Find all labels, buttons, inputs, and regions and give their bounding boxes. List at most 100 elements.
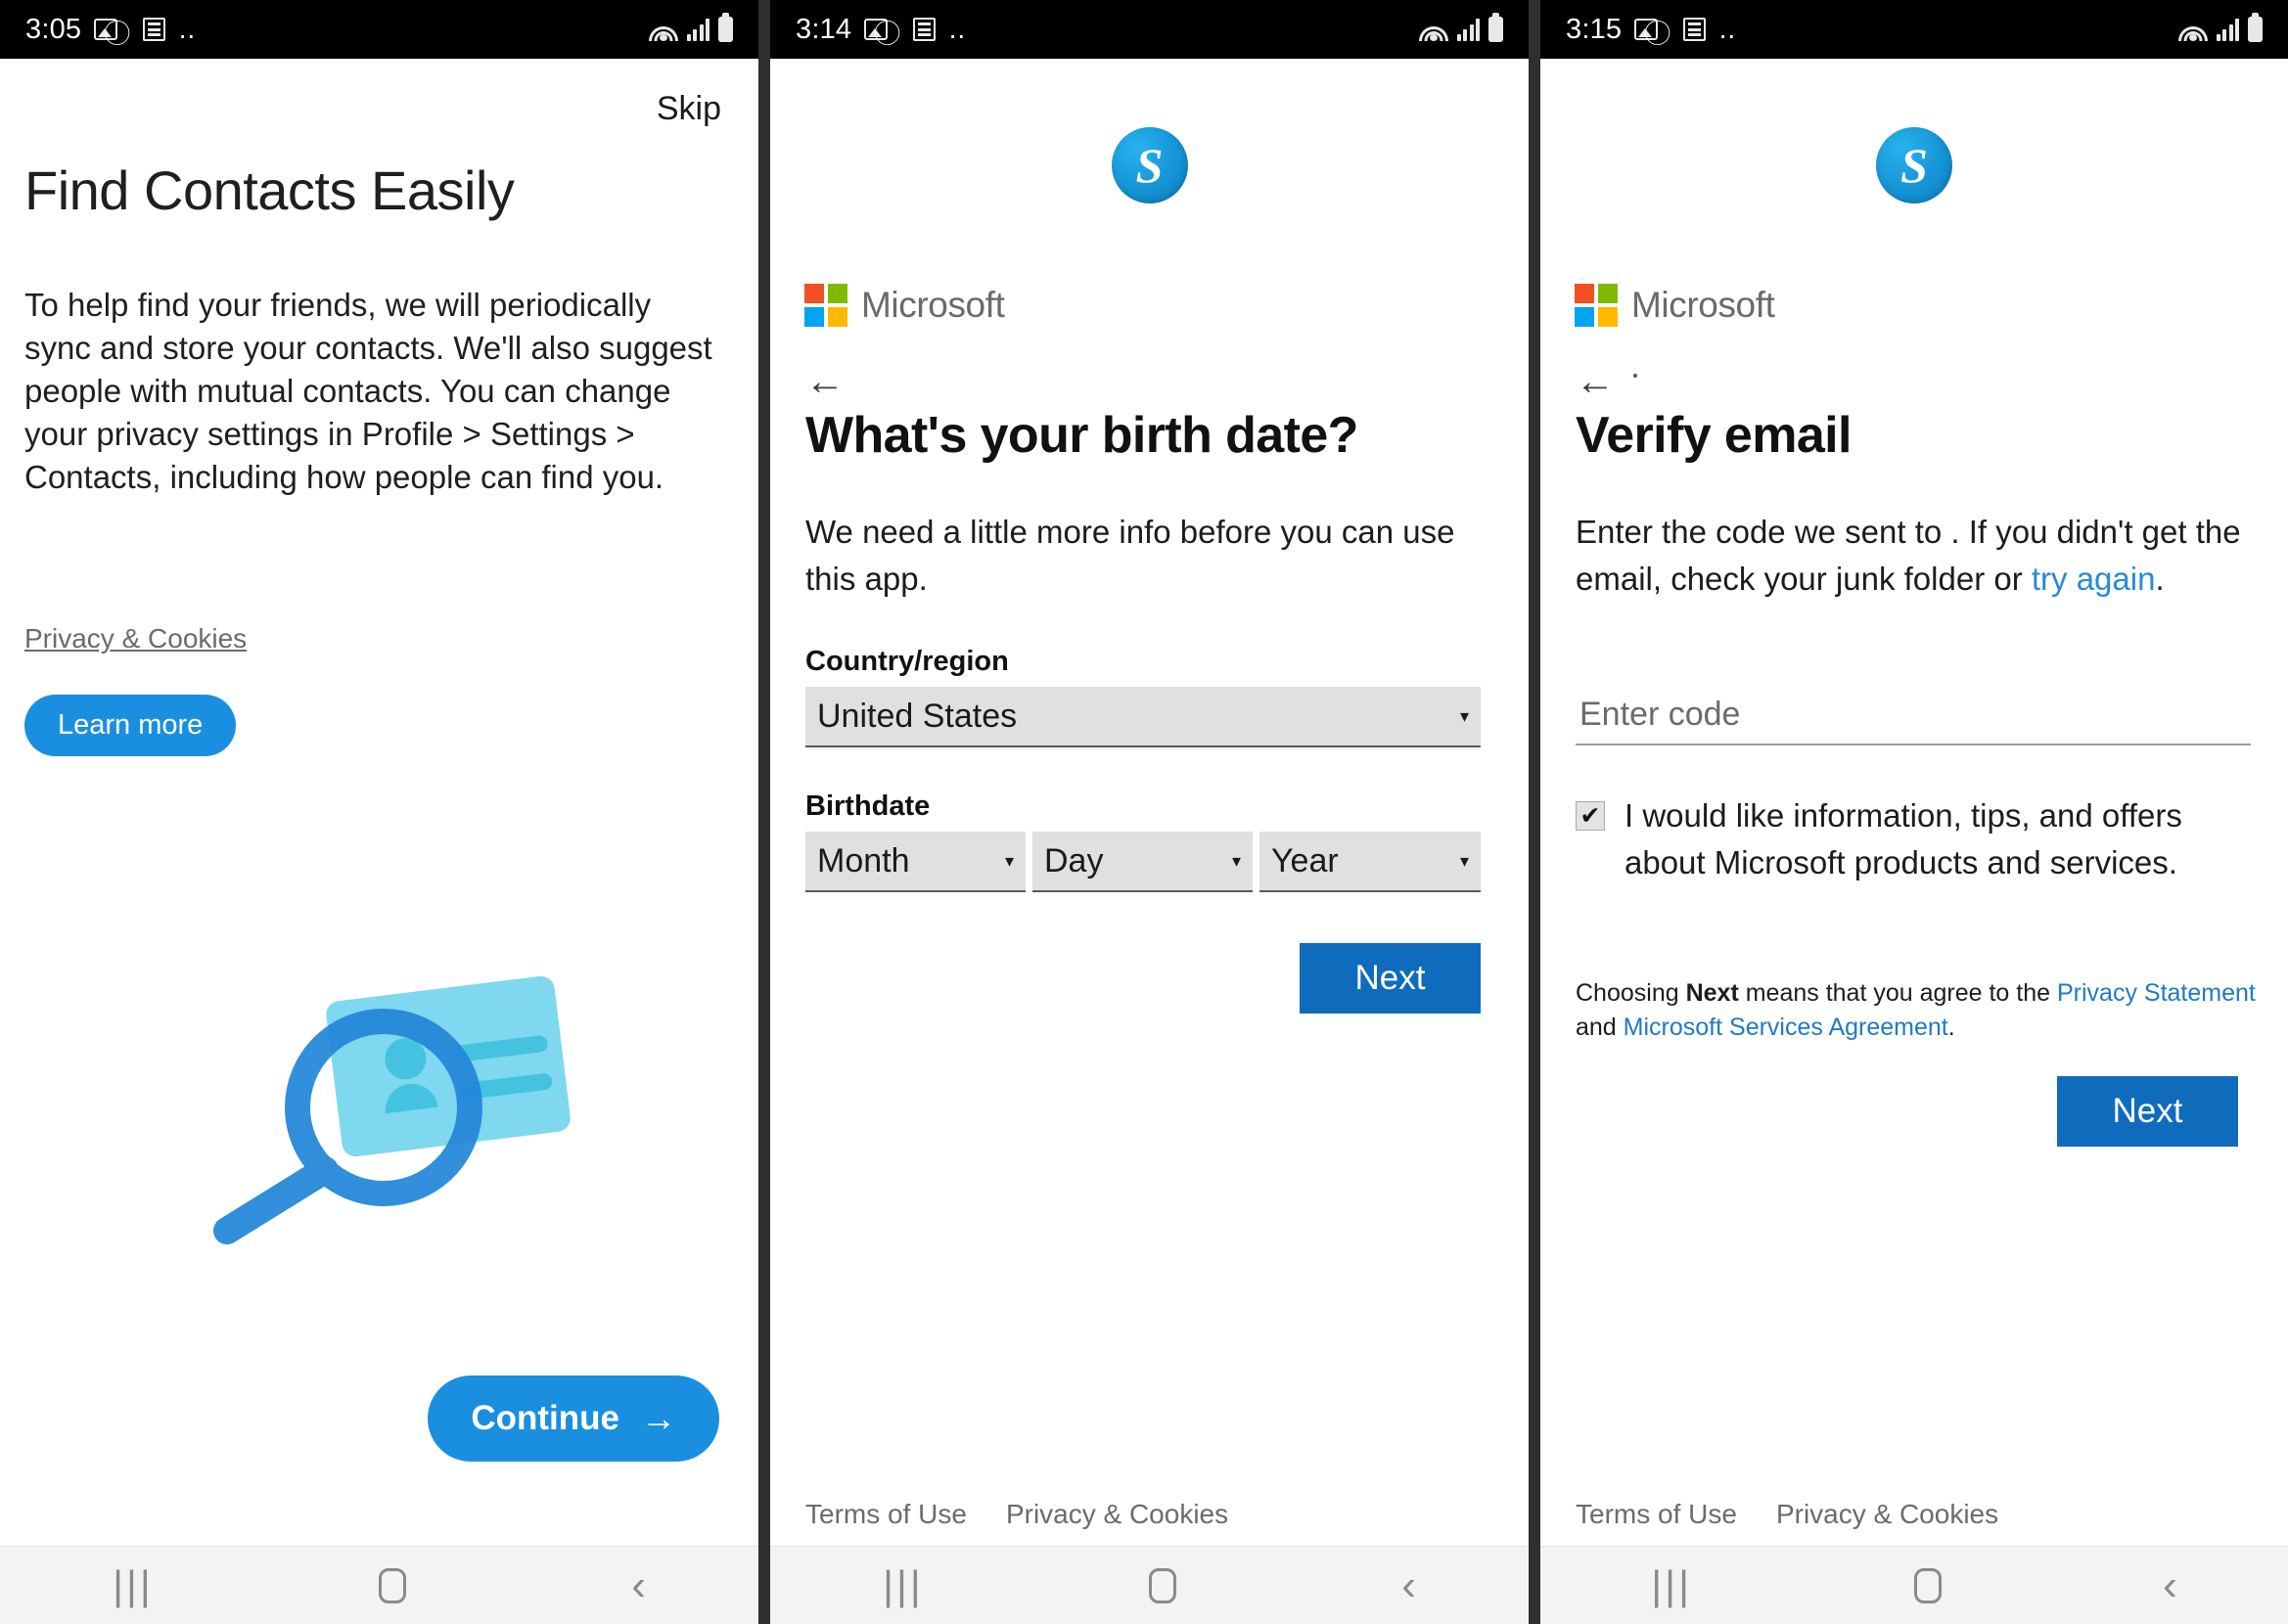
link-icon: ⃝ bbox=[894, 15, 906, 43]
consent-pre: Choosing bbox=[1576, 979, 1686, 1007]
skype-logo-wrap: S bbox=[770, 127, 1529, 203]
marketing-optin-checkbox[interactable]: ✔ bbox=[1576, 801, 1605, 831]
birth-day-select[interactable]: Day ▾ bbox=[1032, 832, 1253, 892]
status-bar-right bbox=[1418, 13, 1503, 42]
consent-mid: means that you agree to the bbox=[1738, 979, 2057, 1007]
status-bar: 3:15 ⃝ ‥ bbox=[1540, 0, 2288, 59]
recents-icon[interactable]: ||| bbox=[1651, 1564, 1692, 1606]
android-nav-bar: ||| ‹ bbox=[770, 1546, 1529, 1624]
home-icon[interactable] bbox=[379, 1567, 407, 1603]
phone-screen-birth-date: 3:14 ⃝ ‥ S Microsoft ← What's your birth… bbox=[770, 0, 1529, 1624]
signal-icon bbox=[2216, 18, 2239, 41]
battery-icon bbox=[718, 13, 733, 42]
contacts-search-illustration-icon bbox=[176, 969, 597, 1262]
status-bar-left: 3:05 ⃝ ‥ bbox=[25, 14, 197, 46]
birth-month-select[interactable]: Month ▾ bbox=[805, 832, 1026, 892]
page-title: Find Contacts Easily bbox=[24, 159, 515, 221]
skip-button[interactable]: Skip bbox=[657, 90, 721, 128]
back-icon[interactable]: ‹ bbox=[631, 1563, 646, 1607]
battery-icon bbox=[1488, 13, 1503, 42]
verification-code-input[interactable] bbox=[1576, 685, 2251, 745]
country-region-label: Country/region bbox=[805, 646, 1009, 677]
recents-icon[interactable]: ||| bbox=[113, 1564, 154, 1606]
status-time: 3:05 bbox=[25, 13, 82, 45]
note-icon bbox=[1683, 18, 1707, 41]
photo-icon bbox=[94, 19, 118, 40]
skype-logo-icon: S bbox=[1876, 127, 1952, 203]
microsoft-wordmark: Microsoft bbox=[1631, 285, 1775, 325]
page-description: To help find your friends, we will perio… bbox=[24, 287, 712, 495]
status-bar-right bbox=[648, 13, 733, 42]
android-nav-bar: ||| ‹ bbox=[0, 1546, 758, 1624]
birth-year-select[interactable]: Year ▾ bbox=[1259, 832, 1481, 892]
panel-1-body: Skip Find Contacts Easily To help find y… bbox=[0, 59, 758, 1546]
footer-links: Terms of Use Privacy & Cookies bbox=[1576, 1499, 1998, 1530]
microsoft-services-agreement-link[interactable]: Microsoft Services Agreement bbox=[1624, 1014, 1948, 1041]
panel-3-body: S Microsoft ← Verify email Enter the cod… bbox=[1540, 59, 2288, 1546]
skype-logo-wrap: S bbox=[1540, 127, 2288, 203]
wifi-icon bbox=[648, 18, 678, 41]
status-bar: 3:14 ⃝ ‥ bbox=[770, 0, 1529, 59]
back-icon[interactable]: ‹ bbox=[1401, 1563, 1416, 1607]
note-icon bbox=[143, 18, 166, 41]
status-bar-right bbox=[2177, 13, 2263, 42]
chevron-down-icon: ▾ bbox=[1004, 850, 1014, 871]
status-bar: 3:05 ⃝ ‥ bbox=[0, 0, 758, 59]
status-time: 3:15 bbox=[1566, 13, 1623, 45]
panel-divider bbox=[758, 0, 770, 1624]
microsoft-logo: Microsoft bbox=[804, 284, 1005, 327]
consent-text: Choosing Next means that you agree to th… bbox=[1576, 976, 2261, 1045]
signal-icon bbox=[686, 18, 709, 41]
continue-button[interactable]: Continue → bbox=[428, 1376, 719, 1462]
privacy-statement-link[interactable]: Privacy Statement bbox=[2057, 979, 2256, 1007]
home-icon[interactable] bbox=[1913, 1567, 1942, 1603]
chevron-down-icon: ▾ bbox=[1459, 705, 1469, 726]
status-bar-left: 3:15 ⃝ ‥ bbox=[1566, 14, 1737, 46]
marketing-optin-label: I would like information, tips, and offe… bbox=[1624, 797, 2182, 880]
three-phone-screenshots: 3:05 ⃝ ‥ Skip Find Contacts Easily To he… bbox=[0, 0, 2288, 1624]
next-button[interactable]: Next bbox=[1300, 943, 1481, 1014]
next-button[interactable]: Next bbox=[2057, 1076, 2238, 1147]
try-again-link[interactable]: try again bbox=[2032, 561, 2156, 597]
terms-of-use-link[interactable]: Terms of Use bbox=[805, 1499, 967, 1530]
link-icon: ⃝ bbox=[1665, 15, 1676, 43]
privacy-cookies-link[interactable]: Privacy & Cookies bbox=[24, 623, 247, 654]
more-dots-icon: ‥ bbox=[178, 14, 197, 44]
marketing-optin-row[interactable]: ✔ I would like information, tips, and of… bbox=[1576, 792, 2261, 886]
wifi-icon bbox=[1418, 18, 1448, 41]
panel-divider bbox=[1529, 0, 1540, 1624]
microsoft-grid-icon bbox=[804, 284, 847, 327]
more-dots-icon: ‥ bbox=[1718, 14, 1737, 44]
verify-body-end: . bbox=[2155, 561, 2165, 597]
panel-2-body: S Microsoft ← What's your birth date? We… bbox=[770, 59, 1529, 1546]
photo-icon bbox=[1634, 19, 1659, 40]
back-arrow-icon[interactable]: ← bbox=[805, 362, 845, 401]
country-region-select[interactable]: United States ▾ bbox=[805, 687, 1481, 747]
back-icon[interactable]: ‹ bbox=[2163, 1563, 2177, 1607]
birth-month-value: Month bbox=[817, 841, 910, 880]
privacy-cookies-link[interactable]: Privacy & Cookies bbox=[1006, 1499, 1228, 1530]
chevron-down-icon: ▾ bbox=[1459, 850, 1469, 871]
birthdate-label: Birthdate bbox=[805, 790, 931, 822]
privacy-cookies-link[interactable]: Privacy & Cookies bbox=[1776, 1499, 1998, 1530]
microsoft-wordmark: Microsoft bbox=[861, 285, 1005, 325]
footer-links: Terms of Use Privacy & Cookies bbox=[805, 1499, 1228, 1530]
back-arrow-icon[interactable]: ← bbox=[1576, 362, 1615, 401]
more-dots-icon: ‥ bbox=[948, 14, 967, 44]
country-region-value: United States bbox=[817, 697, 1018, 735]
consent-next-bold: Next bbox=[1685, 979, 1739, 1007]
home-icon[interactable] bbox=[1149, 1567, 1177, 1603]
birth-year-value: Year bbox=[1271, 841, 1339, 880]
continue-button-label: Continue bbox=[471, 1399, 619, 1437]
photo-icon bbox=[864, 19, 889, 40]
birth-day-value: Day bbox=[1044, 841, 1104, 880]
consent-and: and bbox=[1576, 1014, 1624, 1041]
recents-icon[interactable]: ||| bbox=[883, 1564, 924, 1606]
terms-of-use-link[interactable]: Terms of Use bbox=[1576, 1499, 1737, 1530]
learn-more-button[interactable]: Learn more bbox=[24, 695, 237, 756]
microsoft-logo: Microsoft bbox=[1575, 284, 1775, 327]
phone-screen-verify-email: 3:15 ⃝ ‥ S Microsoft ← Verify email Ente… bbox=[1540, 0, 2288, 1624]
page-title: What's your birth date? bbox=[805, 407, 1358, 464]
phone-screen-find-contacts: 3:05 ⃝ ‥ Skip Find Contacts Easily To he… bbox=[0, 0, 758, 1624]
arrow-right-icon: → bbox=[641, 1398, 676, 1438]
